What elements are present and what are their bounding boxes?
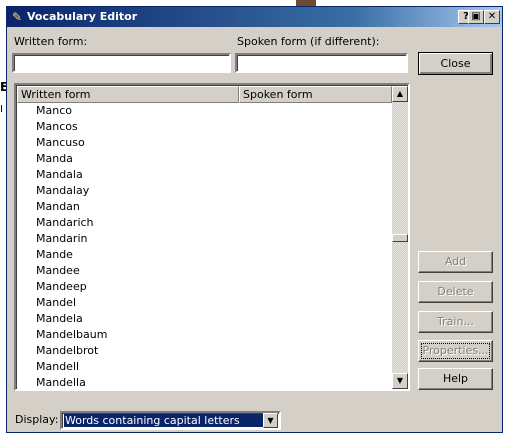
list-item[interactable]: Mandee — [36, 263, 80, 279]
list-item[interactable]: Mandeep — [36, 279, 87, 295]
spoken-form-input[interactable] — [235, 53, 408, 73]
vocabulary-list[interactable]: Written form Spoken form Manco Mancos Ma… — [14, 83, 410, 391]
display-selected-value: Words containing capital letters — [64, 414, 263, 427]
list-item[interactable]: Mandarin — [36, 231, 87, 247]
list-item[interactable]: Mandell — [36, 359, 79, 375]
column-header-written-form[interactable]: Written form — [17, 86, 239, 103]
list-item[interactable]: Manco — [36, 103, 72, 119]
written-form-label: Written form: — [14, 35, 88, 48]
delete-button[interactable]: Delete — [418, 281, 493, 303]
help-button[interactable]: Help — [418, 368, 493, 390]
close-button[interactable]: Close — [418, 52, 493, 75]
list-item[interactable]: Mandel — [36, 295, 76, 311]
restore-icon: ▣ — [471, 11, 481, 22]
list-item[interactable]: Mandarich — [36, 215, 94, 231]
column-header-spoken-form[interactable]: Spoken form — [239, 86, 392, 103]
scroll-thumb[interactable] — [392, 234, 408, 242]
list-item[interactable]: Mandella — [36, 375, 86, 389]
pencil-icon: ✎ — [11, 10, 23, 24]
list-item[interactable]: Mancuso — [36, 135, 85, 151]
list-item[interactable]: Mandela — [36, 311, 83, 327]
scroll-up-arrow-icon[interactable]: ▲ — [392, 86, 408, 102]
list-item[interactable]: Mandelbrot — [36, 343, 98, 359]
chevron-down-icon[interactable]: ▼ — [263, 413, 278, 428]
list-item[interactable]: Manda — [36, 151, 73, 167]
window-title: Vocabulary Editor — [27, 10, 138, 23]
list-item[interactable]: Mandan — [36, 199, 80, 215]
close-icon: ✕ — [487, 11, 497, 22]
list-item[interactable]: Mande — [36, 247, 73, 263]
display-label: Display: — [15, 413, 59, 426]
train-button[interactable]: Train... — [418, 311, 493, 333]
list-rows: Manco Mancos Mancuso Manda Mandala Manda… — [17, 103, 391, 389]
list-item[interactable]: Mandala — [36, 167, 83, 183]
vocabulary-editor-window: ✎ Vocabulary Editor ? ▣ ✕ Written form: … — [6, 6, 503, 433]
spoken-form-label: Spoken form (if different): — [237, 35, 380, 48]
list-item[interactable]: Mandelbaum — [36, 327, 107, 343]
vertical-scrollbar[interactable]: ▲ ▼ — [392, 86, 408, 389]
close-window-button[interactable]: ✕ — [484, 10, 500, 24]
list-item[interactable]: Mancos — [36, 119, 78, 135]
restore-button[interactable]: ▣ — [468, 10, 484, 24]
display-dropdown[interactable]: Words containing capital letters ▼ — [60, 411, 281, 430]
written-form-input[interactable] — [12, 53, 231, 73]
list-item[interactable]: Mandalay — [36, 183, 89, 199]
add-button[interactable]: Add — [418, 251, 493, 273]
properties-button[interactable]: Properties... — [418, 340, 493, 362]
title-bar[interactable]: ✎ Vocabulary Editor ? ▣ ✕ — [7, 7, 502, 27]
scroll-down-arrow-icon[interactable]: ▼ — [392, 373, 408, 389]
